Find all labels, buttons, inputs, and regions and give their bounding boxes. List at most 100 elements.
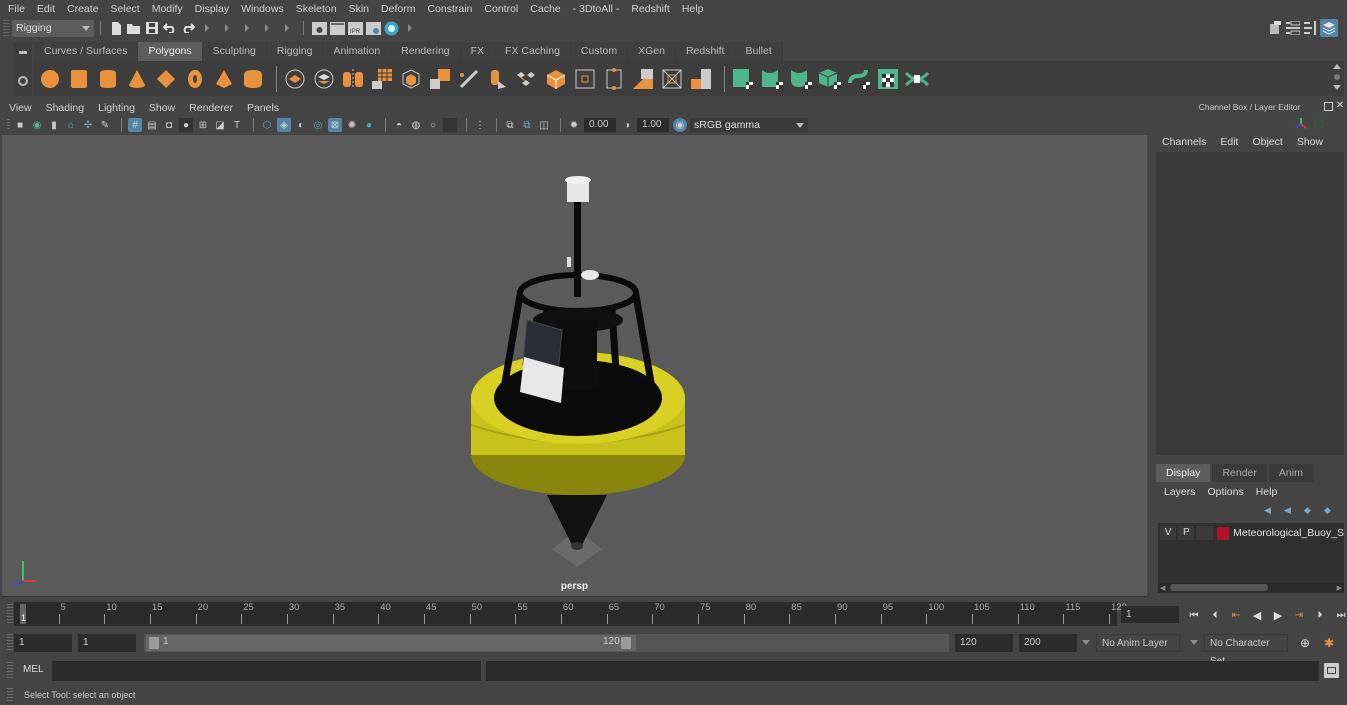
- menu-skeleton[interactable]: Skeleton: [296, 3, 337, 15]
- move-layer-up-icon[interactable]: ◀: [1264, 505, 1276, 515]
- smooth-icon[interactable]: [370, 67, 394, 91]
- insert-edgeloop-icon[interactable]: [486, 67, 510, 91]
- layer-tab-render[interactable]: Render: [1212, 464, 1267, 482]
- menu-modify[interactable]: Modify: [152, 3, 183, 15]
- shelf-tab-custom[interactable]: Custom: [570, 42, 629, 61]
- layer-horizontal-scrollbar[interactable]: ◀ ▶: [1158, 583, 1344, 592]
- viewport-3d-canvas[interactable]: persp: [2, 135, 1147, 597]
- viewport-menu-lighting[interactable]: Lighting: [98, 102, 135, 114]
- resolution-gate-icon[interactable]: ◘: [162, 118, 176, 132]
- gamma-field[interactable]: 1.00: [637, 118, 669, 132]
- menu-display[interactable]: Display: [195, 3, 229, 15]
- camera-attributes-icon[interactable]: ◉: [30, 118, 44, 132]
- status-line-grip[interactable]: [3, 20, 9, 36]
- anim-layer-chevron-icon[interactable]: [1082, 640, 1090, 645]
- select-camera-icon[interactable]: ■: [13, 118, 27, 132]
- go-to-end-icon[interactable]: ⏭: [1332, 606, 1347, 624]
- combine-icon[interactable]: [283, 67, 307, 91]
- triangulate-icon[interactable]: [660, 67, 684, 91]
- target-weld-icon[interactable]: [573, 67, 597, 91]
- uv-editor-icon[interactable]: [876, 67, 900, 91]
- poly-pipe-icon[interactable]: [241, 67, 265, 91]
- scroll-right-icon[interactable]: ▶: [1337, 584, 1342, 592]
- shelf-settings-gear-icon[interactable]: [18, 76, 28, 86]
- menu-cache[interactable]: Cache: [530, 3, 560, 15]
- menu-3dtoall[interactable]: - 3DtoAll -: [573, 3, 620, 15]
- shelf-tab-xgen[interactable]: XGen: [628, 42, 676, 61]
- collapse-arrow[interactable]: [245, 24, 249, 32]
- shelf-tab-bullet[interactable]: Bullet: [735, 42, 783, 61]
- use-all-lights-icon[interactable]: ✺: [345, 118, 359, 132]
- help-line-grip[interactable]: [7, 688, 13, 702]
- poly-torus-icon[interactable]: [183, 67, 207, 91]
- channel-box-toggle-icon[interactable]: [1320, 19, 1338, 37]
- new-layer-icon[interactable]: ◆: [1304, 505, 1316, 515]
- go-to-start-icon[interactable]: ⏮: [1185, 606, 1203, 624]
- range-slider[interactable]: 1 120: [144, 634, 949, 652]
- step-forward-key-icon[interactable]: ⏵: [1311, 606, 1329, 624]
- anim-layer-dropdown[interactable]: No Anim Layer: [1096, 634, 1180, 652]
- range-grip[interactable]: [7, 634, 13, 652]
- quadrangulate-icon[interactable]: [689, 67, 713, 91]
- layer-tab-anim[interactable]: Anim: [1268, 464, 1313, 482]
- layer-name[interactable]: Meteorological_Buoy_Sy: [1233, 527, 1344, 539]
- shelf-tab-fx-caching[interactable]: FX Caching: [495, 42, 571, 61]
- channel-list[interactable]: [1156, 152, 1344, 455]
- scroll-down-icon[interactable]: [1333, 85, 1341, 90]
- collapse-arrow[interactable]: [225, 24, 229, 32]
- toolbar-grip[interactable]: [7, 119, 10, 131]
- close-panel-icon[interactable]: ✕: [1335, 101, 1345, 111]
- shelf-tab-curves-surfaces[interactable]: Curves / Surfaces: [34, 42, 139, 61]
- animation-start-field[interactable]: 1: [14, 634, 72, 652]
- bridge-icon[interactable]: [428, 67, 452, 91]
- planar-uv-icon[interactable]: [731, 67, 755, 91]
- step-back-key-icon[interactable]: ⏴: [1206, 606, 1224, 624]
- scroll-left-icon[interactable]: ◀: [1160, 584, 1165, 592]
- image-plane-icon[interactable]: ⌂: [64, 118, 78, 132]
- wireframe-icon[interactable]: ⬡: [260, 118, 274, 132]
- render-view-icon[interactable]: [310, 19, 328, 37]
- speed-icon[interactable]: [1314, 119, 1324, 129]
- command-line-grip[interactable]: [7, 662, 13, 680]
- shelf-menu-icon[interactable]: [19, 51, 27, 54]
- attribute-editor-icon[interactable]: [1284, 19, 1302, 37]
- default-material-icon[interactable]: ◐: [294, 118, 308, 132]
- menu-create[interactable]: Create: [67, 3, 99, 15]
- range-start-handle[interactable]: [149, 637, 159, 649]
- open-scene-icon[interactable]: [125, 19, 143, 37]
- viewport-menu-view[interactable]: View: [9, 102, 32, 114]
- layer-menu-options[interactable]: Options: [1208, 486, 1244, 498]
- collapse-arrow[interactable]: [285, 24, 289, 32]
- shelf-options-icon[interactable]: [1334, 74, 1340, 80]
- layer-menu-layers[interactable]: Layers: [1164, 486, 1196, 498]
- gamma-icon[interactable]: ◑: [620, 118, 634, 132]
- film-gate-icon[interactable]: ▤: [145, 118, 159, 132]
- depth-of-field-icon[interactable]: [443, 118, 457, 132]
- timeline-grip[interactable]: [7, 604, 13, 624]
- new-layer-selected-icon[interactable]: ◆: [1324, 505, 1336, 515]
- layer-color-swatch[interactable]: [1216, 526, 1230, 540]
- xray-joints-icon[interactable]: ◫: [537, 118, 551, 132]
- xray-icon[interactable]: ⧉: [503, 118, 517, 132]
- menu-help[interactable]: Help: [682, 3, 704, 15]
- channel-menu-object[interactable]: Object: [1252, 136, 1282, 148]
- uv-cut-sew-icon[interactable]: [905, 67, 929, 91]
- animation-end-field[interactable]: 200: [1019, 634, 1077, 652]
- spherical-uv-icon[interactable]: [789, 67, 813, 91]
- command-input[interactable]: [52, 661, 481, 681]
- 2d-pan-zoom-icon[interactable]: ✣: [81, 118, 95, 132]
- shelf-tab-animation[interactable]: Animation: [323, 42, 392, 61]
- separate-icon[interactable]: [312, 67, 336, 91]
- poly-cone-icon[interactable]: [125, 67, 149, 91]
- channel-menu-show[interactable]: Show: [1297, 136, 1323, 148]
- unfold-uv-icon[interactable]: [847, 67, 871, 91]
- xray-active-components-icon[interactable]: ⧉: [520, 118, 534, 132]
- channel-menu-edit[interactable]: Edit: [1220, 136, 1238, 148]
- character-set-dropdown[interactable]: No Character Set: [1204, 634, 1288, 667]
- menu-file[interactable]: File: [8, 3, 25, 15]
- safe-action-icon[interactable]: ◪: [213, 118, 227, 132]
- menu-redshift[interactable]: Redshift: [631, 3, 670, 15]
- automatic-uv-icon[interactable]: [818, 67, 842, 91]
- layer-playback-toggle[interactable]: P: [1178, 526, 1195, 540]
- channel-menu-channels[interactable]: Channels: [1162, 136, 1206, 148]
